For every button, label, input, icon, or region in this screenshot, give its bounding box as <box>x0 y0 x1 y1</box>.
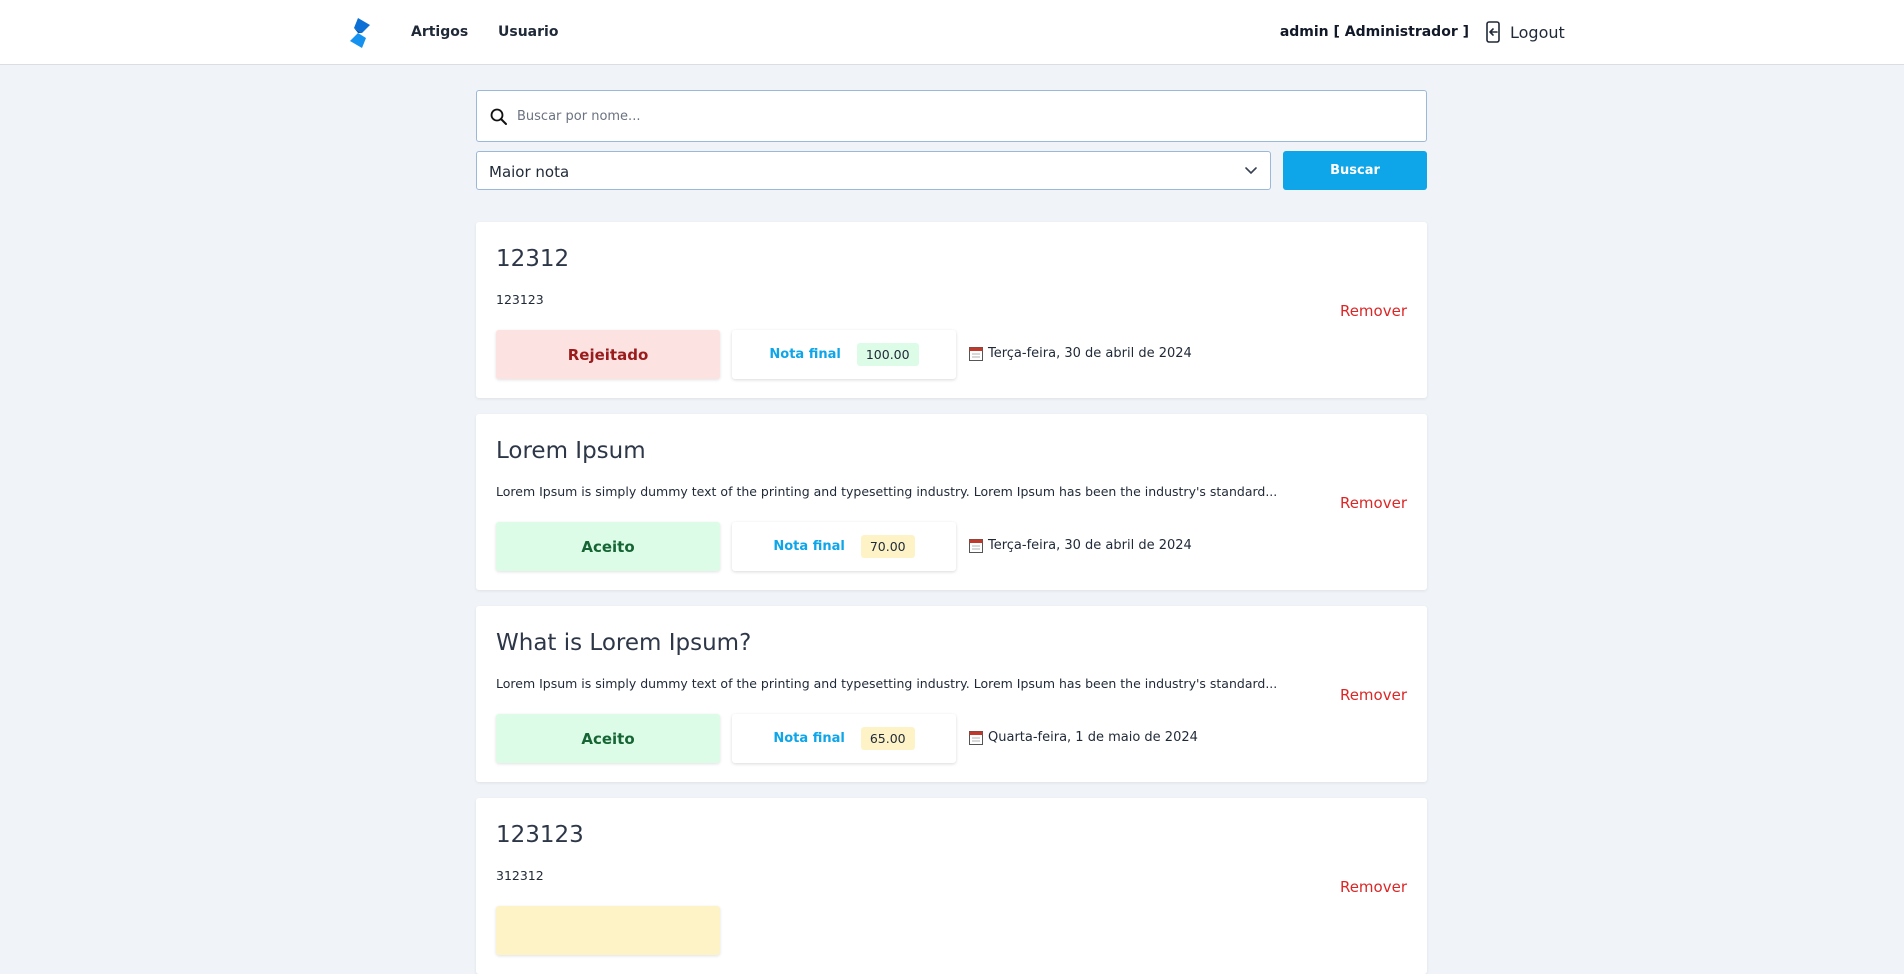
nota-final-label: Nota final <box>769 347 841 362</box>
article-title: Lorem Ipsum <box>496 438 646 464</box>
remove-button[interactable]: Remover <box>1340 878 1407 896</box>
article-title: What is Lorem Ipsum? <box>496 630 752 656</box>
sort-selected-value: Maior nota <box>489 163 570 181</box>
date-text: Terça-feira, 30 de abril de 2024 <box>988 538 1192 553</box>
article-description: Lorem Ipsum is simply dummy text of the … <box>496 676 1278 691</box>
article-date: Terça-feira, 30 de abril de 2024 <box>969 346 1192 361</box>
article-title: 12312 <box>496 246 570 272</box>
nota-final-box: Nota final 65.00 <box>732 714 956 763</box>
status-badge <box>496 906 720 955</box>
brand-logo-icon[interactable] <box>344 16 376 50</box>
status-badge: Aceito <box>496 522 720 571</box>
article-date: Quarta-feira, 1 de maio de 2024 <box>969 730 1198 745</box>
article-description: 123123 <box>496 292 544 307</box>
search-input[interactable] <box>517 91 1417 141</box>
article-title: 123123 <box>496 822 584 848</box>
nota-final-value: 65.00 <box>860 727 915 750</box>
remove-button[interactable]: Remover <box>1340 302 1407 320</box>
chevron-down-icon <box>1245 167 1257 175</box>
logout-label: Logout <box>1510 22 1565 42</box>
article-card: Lorem Ipsum Lorem Ipsum is simply dummy … <box>476 414 1427 590</box>
calendar-icon <box>969 347 983 361</box>
sort-select[interactable]: Maior nota <box>476 151 1271 190</box>
article-card: 12312 123123 Remover Rejeitado Nota fina… <box>476 222 1427 398</box>
calendar-icon <box>969 539 983 553</box>
current-user-label: admin [ Administrador ] <box>1279 24 1469 40</box>
calendar-icon <box>969 731 983 745</box>
nota-final-box: Nota final 70.00 <box>732 522 956 571</box>
logout-button[interactable]: Logout <box>1484 20 1565 44</box>
nota-final-box: Nota final 100.00 <box>732 330 956 379</box>
remove-button[interactable]: Remover <box>1340 686 1407 704</box>
top-navbar: Artigos Usuario admin [ Administrador ] … <box>0 0 1904 65</box>
nota-final-value: 100.00 <box>856 343 919 366</box>
logout-icon <box>1486 21 1500 43</box>
status-badge: Aceito <box>496 714 720 763</box>
buscar-button[interactable]: Buscar <box>1283 151 1427 190</box>
status-badge: Rejeitado <box>496 330 720 379</box>
nota-final-label: Nota final <box>773 731 845 746</box>
date-text: Terça-feira, 30 de abril de 2024 <box>988 346 1192 361</box>
nav-usuario[interactable]: Usuario <box>498 24 558 40</box>
search-box <box>476 90 1427 142</box>
nota-final-value: 70.00 <box>860 535 915 558</box>
article-card: 123123 312312 Remover <box>476 798 1427 974</box>
search-icon <box>490 108 507 125</box>
nav-artigos[interactable]: Artigos <box>411 24 468 40</box>
article-description: 312312 <box>496 868 544 883</box>
date-text: Quarta-feira, 1 de maio de 2024 <box>988 730 1198 745</box>
article-card: What is Lorem Ipsum? Lorem Ipsum is simp… <box>476 606 1427 782</box>
remove-button[interactable]: Remover <box>1340 494 1407 512</box>
article-description: Lorem Ipsum is simply dummy text of the … <box>496 484 1278 499</box>
nota-final-label: Nota final <box>773 539 845 554</box>
article-date: Terça-feira, 30 de abril de 2024 <box>969 538 1192 553</box>
